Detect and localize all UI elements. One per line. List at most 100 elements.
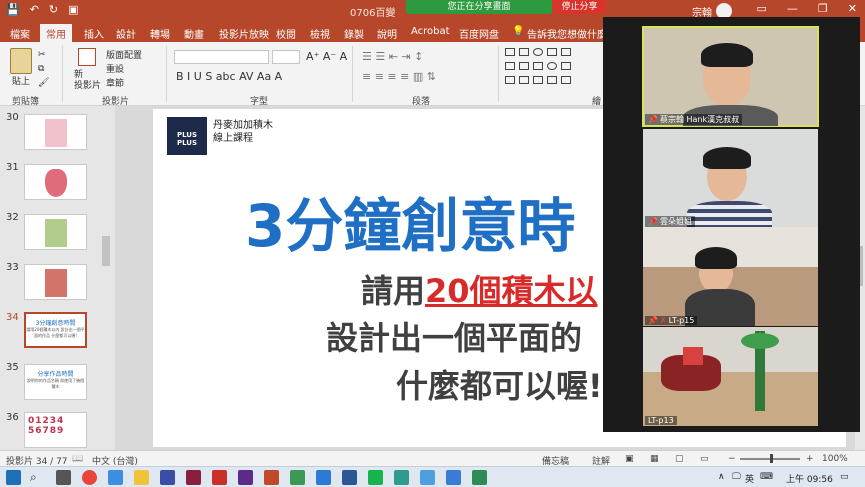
slide-thumbnail-32[interactable] [24, 214, 87, 250]
slide-thumbnail-33[interactable] [24, 264, 87, 300]
layout-button[interactable]: 版面配置 [106, 48, 142, 61]
minimize-icon[interactable]: — [787, 2, 798, 15]
tab-acrobat[interactable]: Acrobat [411, 26, 450, 37]
tab-transitions[interactable]: 轉場 [150, 26, 170, 41]
photoshop-icon[interactable] [160, 470, 175, 485]
windows-start-icon[interactable] [6, 470, 21, 485]
align-buttons[interactable]: ≡ ≡ ≡ ≡ ▥ ⇅ [362, 70, 436, 83]
reset-button[interactable]: 重設 [106, 62, 124, 75]
participant-label: 📌 雲朵姐姐 [645, 216, 695, 227]
tray-overflow-icon[interactable]: ∧ [718, 472, 725, 482]
tab-animations[interactable]: 動畫 [184, 26, 204, 41]
app-icon[interactable] [394, 470, 409, 485]
zoom-level[interactable]: 100% [822, 454, 848, 464]
thumbnails-scrollbar[interactable] [101, 116, 111, 446]
cut-icon[interactable]: ✂ [38, 50, 46, 60]
normal-view-icon[interactable]: ▣ [625, 454, 634, 464]
slide-body-line[interactable]: 請用20個積木以 [361, 266, 598, 312]
tab-slideshow[interactable]: 投影片放映 [219, 26, 269, 41]
acrobat-icon[interactable] [212, 470, 227, 485]
tell-me-search[interactable]: 告訴我您想做什麼 [527, 26, 607, 41]
participant-video [701, 43, 753, 67]
section-button[interactable]: 章節 [106, 76, 124, 89]
participant-tile[interactable]: 📌 蔡宗翰 Hank漢克叔叔 [642, 26, 819, 127]
sorter-view-icon[interactable]: ▦ [650, 454, 659, 464]
tab-review[interactable]: 校閱 [276, 26, 296, 41]
participant-video [741, 333, 779, 349]
paste-button[interactable]: 貼上 [12, 74, 30, 87]
search-icon[interactable]: ⌕ [30, 470, 45, 485]
tab-help[interactable]: 說明 [377, 26, 397, 41]
chrome-icon[interactable] [82, 470, 97, 485]
tab-insert[interactable]: 插入 [84, 26, 104, 41]
new-slide-icon[interactable] [78, 48, 96, 66]
ime-indicator[interactable]: 英 [745, 472, 754, 485]
participant-tile[interactable]: 📌 ✗ LT-p15 [643, 227, 818, 326]
file-explorer-icon[interactable] [134, 470, 149, 485]
edge-icon[interactable] [108, 470, 123, 485]
close-icon[interactable]: ✕ [848, 2, 857, 15]
slide-thumbnail-36[interactable]: 01234 56789 [24, 412, 87, 448]
highlight-text: 20個積木以 [425, 272, 598, 310]
app-icon[interactable] [290, 470, 305, 485]
zoom-in-icon[interactable]: + [806, 454, 814, 464]
zoom-out-icon[interactable]: − [728, 454, 736, 464]
tab-file[interactable]: 檔案 [10, 26, 30, 41]
tab-record[interactable]: 錄製 [344, 26, 364, 41]
tab-design[interactable]: 設計 [116, 26, 136, 41]
slide-thumbnail-31[interactable] [24, 164, 87, 200]
lightbulb-icon: 💡 [512, 26, 525, 37]
slide-thumbnail-35[interactable]: 分享作品時間 說明你的作品名稱 與使用了幾個積木 [24, 364, 87, 400]
undo-icon[interactable]: ↶ [30, 3, 39, 16]
maximize-icon[interactable]: ❐ [818, 2, 828, 15]
format-painter-icon[interactable]: 🖌 [38, 78, 49, 88]
notifications-icon[interactable]: ▭ [840, 472, 849, 482]
app-icon[interactable] [238, 470, 253, 485]
task-view-icon[interactable] [56, 470, 71, 485]
font-family-select[interactable] [174, 50, 269, 64]
ribbon-display-icon[interactable]: ▭ [757, 2, 767, 15]
tab-home[interactable]: 常用 [40, 24, 72, 42]
participant-tile[interactable]: LT-p13 [643, 327, 818, 426]
shapes-gallery[interactable] [505, 48, 585, 88]
redo-icon[interactable]: ↻ [49, 3, 58, 16]
zoom-slider-knob[interactable] [770, 454, 773, 463]
slideshow-icon[interactable]: ▭ [700, 454, 709, 464]
slide-thumbnail-30[interactable] [24, 114, 87, 150]
screen: 💾 ↶ ↻ ▣ 0706百變 您正在分享畫面 停止分享 宗翰 ▭ — ❐ ✕ 檔… [0, 0, 865, 487]
keyboard-icon[interactable]: ⌨ [760, 472, 773, 482]
list-buttons[interactable]: ☰ ☰ ⇤ ⇥ ↕ [362, 50, 423, 63]
app-icon[interactable] [420, 470, 435, 485]
stop-share-button[interactable]: 停止分享 [553, 0, 606, 14]
slide-thumbnail-34[interactable]: 3分鐘創意時間 請用20個積木以內 設計出一個平面的作品 什麼都可以喔! [24, 312, 87, 348]
app-icon[interactable] [446, 470, 461, 485]
reading-view-icon[interactable]: ▢ [675, 454, 684, 464]
indesign-icon[interactable] [186, 470, 201, 485]
scrollbar-thumb[interactable] [102, 236, 110, 266]
new-slide-button[interactable]: 新 投影片 [74, 70, 101, 92]
word-icon[interactable] [342, 470, 357, 485]
tab-baidu[interactable]: 百度网盘 [459, 26, 499, 41]
participant-tile[interactable]: 📌 雲朵姐姐 [643, 129, 818, 228]
screen-share-status[interactable]: 您正在分享畫面 [406, 0, 552, 14]
font-size-select[interactable] [272, 50, 300, 64]
network-icon[interactable]: 🖵 [732, 472, 741, 482]
save-icon[interactable]: 💾 [6, 3, 20, 16]
grow-font-icon[interactable]: A⁺ A⁻ A [306, 50, 347, 63]
slide-body-line[interactable]: 設計出一個平面的 [326, 313, 582, 359]
zoom-app-icon[interactable] [316, 470, 331, 485]
font-style-buttons[interactable]: B I U S abc AV Aa A [176, 70, 282, 83]
line-icon[interactable] [368, 470, 383, 485]
app-icon[interactable] [472, 470, 487, 485]
tab-view[interactable]: 檢視 [310, 26, 330, 41]
clock[interactable]: 上午 09:56 [786, 472, 833, 485]
spellcheck-icon[interactable]: 📖 [72, 454, 83, 464]
paste-icon[interactable] [10, 48, 32, 74]
thumbnail-art [45, 119, 67, 147]
thumbnail-art [45, 169, 67, 197]
present-icon[interactable]: ▣ [68, 3, 78, 16]
slide-title[interactable]: 3分鐘創意時 [245, 179, 575, 263]
copy-icon[interactable]: ⧉ [38, 64, 44, 74]
slide-body-line[interactable]: 什麼都可以喔! [396, 361, 603, 407]
powerpoint-icon[interactable] [264, 470, 279, 485]
